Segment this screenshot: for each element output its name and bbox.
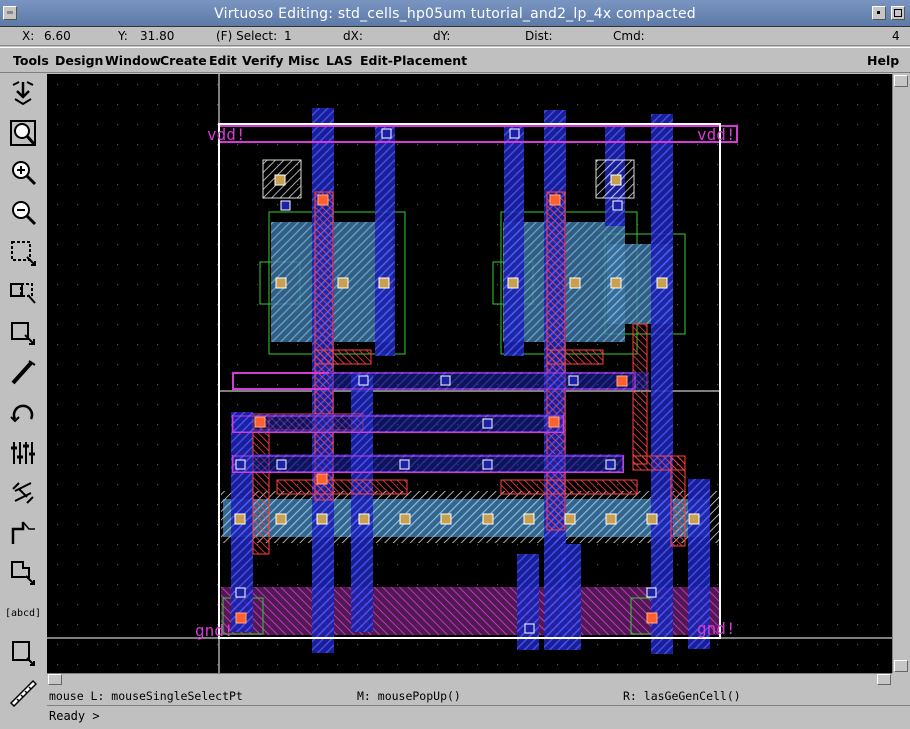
menu-misc[interactable]: Misc	[288, 53, 320, 68]
label-icon[interactable]: [abcd]	[4, 596, 42, 630]
menu-las[interactable]: LAS	[326, 53, 353, 68]
gnd-label-left: gnd!	[195, 621, 234, 640]
vdd-label-left: vdd!	[207, 125, 246, 144]
horizontal-scrollbar[interactable]	[47, 673, 892, 687]
mouse-binding-bar: mouse L: mouseSingleSelectPt M: mousePop…	[47, 687, 910, 705]
menu-tools[interactable]: Tools	[13, 53, 49, 68]
ruler-diagonal-icon[interactable]	[6, 676, 40, 710]
menu-bar: Tools Design Window Create Edit Verify M…	[0, 47, 910, 73]
menu-design[interactable]: Design	[55, 53, 103, 68]
zoom-in-icon[interactable]	[6, 156, 40, 190]
window-title: Virtuoso Editing: std_cells_hp05um tutor…	[214, 6, 696, 22]
select-count-value: 1	[284, 29, 292, 43]
label-icon-text: [abcd]	[4, 607, 42, 619]
mouse-middle-binding: M: mousePopUp()	[357, 689, 461, 703]
y-coordinate-label: Y:	[118, 29, 128, 43]
menu-create[interactable]: Create	[160, 53, 207, 68]
menu-verify[interactable]: Verify	[242, 53, 284, 68]
layout-drawing[interactable]: vdd! vdd! gnd! gnd!	[47, 74, 892, 673]
dist-label: Dist:	[525, 29, 553, 43]
property-icon[interactable]	[6, 436, 40, 470]
tool-palette: [abcd]	[0, 74, 47, 707]
scroll-up-button[interactable]	[894, 75, 908, 87]
vertical-scrollbar[interactable]	[892, 74, 910, 673]
window-number: 4	[892, 29, 900, 43]
x-coordinate-value: 6.60	[44, 29, 71, 43]
y-coordinate-value: 31.80	[140, 29, 175, 43]
x-coordinate-label: X:	[22, 29, 35, 43]
zoom-fit-icon[interactable]	[6, 116, 40, 150]
stretch-icon[interactable]	[6, 236, 40, 270]
menu-edit[interactable]: Edit	[209, 53, 237, 68]
layout-canvas[interactable]: vdd! vdd! gnd! gnd!	[47, 74, 892, 673]
scroll-left-button[interactable]	[48, 674, 62, 685]
dx-label: dX:	[343, 29, 363, 43]
mouse-left-binding: mouse L: mouseSingleSelectPt	[49, 689, 243, 703]
command-prompt: Ready >	[49, 709, 100, 723]
copy-icon[interactable]	[6, 276, 40, 310]
select-count-label: (F) Select:	[216, 29, 278, 43]
menu-edit-placement[interactable]: Edit-Placement	[360, 53, 467, 68]
polygon-icon[interactable]	[6, 516, 40, 550]
scroll-down-button[interactable]	[894, 660, 908, 672]
ruler-icon[interactable]	[6, 476, 40, 510]
select-icon[interactable]	[6, 556, 40, 590]
maximize-button[interactable]	[891, 6, 905, 20]
rectangle-icon[interactable]	[6, 636, 40, 670]
coordinate-status-bar: X: 6.60 Y: 31.80 (F) Select: 1 dX: dY: D…	[0, 27, 910, 46]
path-icon[interactable]	[6, 356, 40, 390]
command-line[interactable]: Ready >	[47, 705, 910, 727]
zoom-out-icon[interactable]	[6, 196, 40, 230]
mouse-right-binding: R: lasGeGenCell()	[623, 689, 741, 703]
nmos-active-region	[223, 499, 709, 537]
dy-label: dY:	[433, 29, 451, 43]
undo-icon[interactable]	[6, 396, 40, 430]
menu-help[interactable]: Help	[867, 53, 899, 68]
minimize-button[interactable]	[872, 6, 886, 20]
move-icon[interactable]	[6, 316, 40, 350]
gnd-label-right: gnd!	[697, 619, 736, 638]
cmd-label: Cmd:	[613, 29, 645, 43]
gnd-rail-metal2	[221, 587, 719, 635]
scroll-right-button[interactable]	[877, 674, 891, 685]
menu-window[interactable]: Window	[105, 53, 161, 68]
vdd-label-right: vdd!	[697, 125, 736, 144]
window-titlebar: Virtuoso Editing: std_cells_hp05um tutor…	[0, 0, 910, 27]
save-icon[interactable]	[6, 76, 40, 110]
